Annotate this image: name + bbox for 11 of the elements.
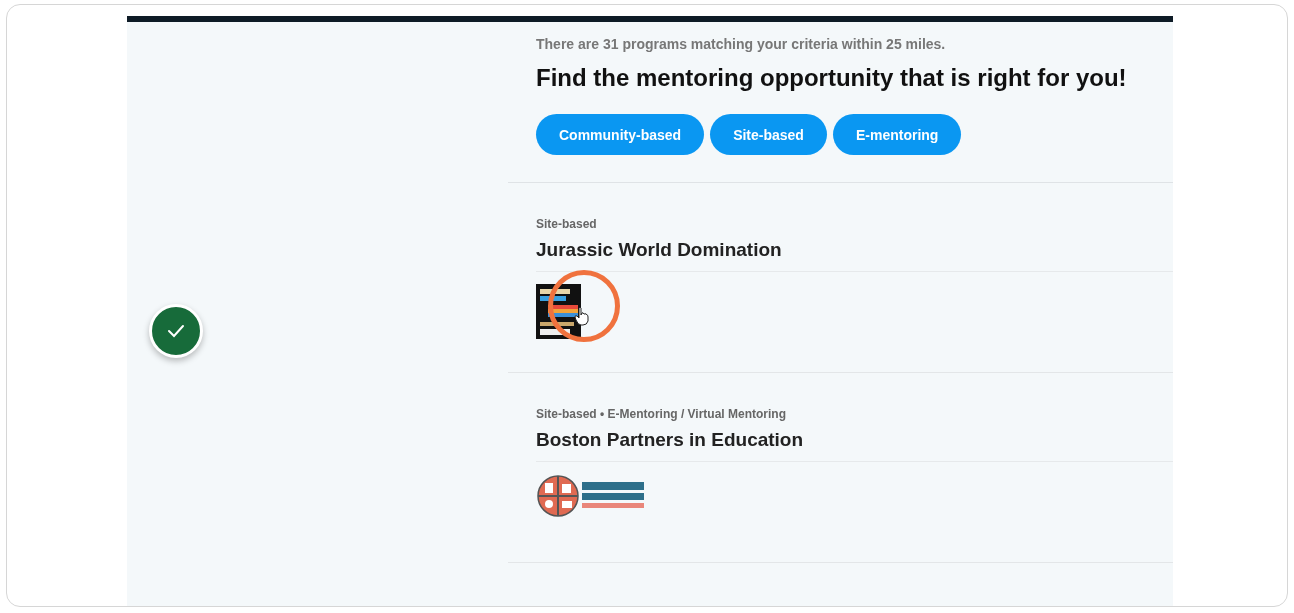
program-categories: Site-based: [536, 217, 598, 231]
filter-button[interactable]: Community-based: [536, 114, 705, 155]
page-heading: Find the mentoring opportunity that is right for you!: [536, 64, 1128, 92]
results-summary: There are 31 programs matching your criteria within 25 miles.: [536, 36, 947, 52]
filter-button[interactable]: Site-based: [710, 114, 827, 155]
filter-button[interactable]: E-mentoring: [832, 114, 962, 155]
program-categories: Site-based • E-Mentoring / Virtual Mentoring: [536, 407, 787, 421]
program-name[interactable]: Jurassic World Domination: [536, 239, 1173, 272]
hand-cursor-icon: [574, 306, 590, 326]
program-name[interactable]: Boston Partners in Education: [536, 429, 1173, 462]
check-badge-icon: [149, 304, 203, 358]
